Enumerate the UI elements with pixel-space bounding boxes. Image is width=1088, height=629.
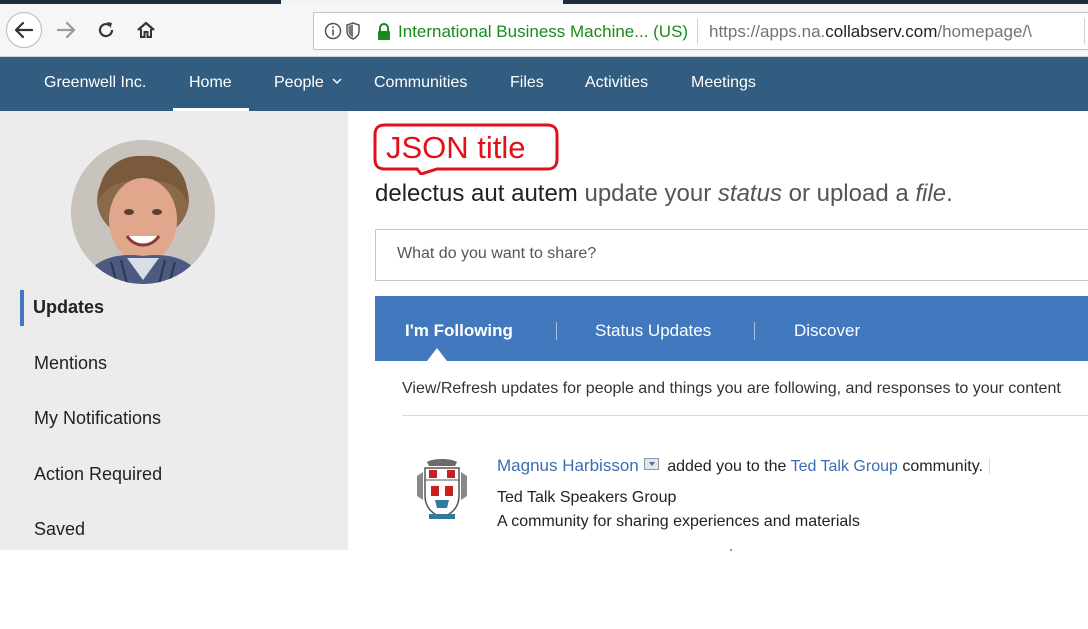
nav-org-name[interactable]: Greenwell Inc. xyxy=(44,74,146,92)
tab-separator xyxy=(556,322,557,340)
entry-headline: Magnus Harbisson added you to the Ted Ta… xyxy=(497,456,990,476)
chevron-down-icon xyxy=(332,78,342,84)
actor-link[interactable]: Magnus Harbisson xyxy=(497,456,639,475)
tab-description: View/Refresh updates for people and thin… xyxy=(402,380,1061,397)
divider xyxy=(402,415,1088,416)
share-placeholder: What do you want to share? xyxy=(397,245,597,262)
forward-button[interactable] xyxy=(48,12,84,48)
url-prefix: https://apps.na. xyxy=(709,22,826,41)
updates-tabs: I'm Following Status Updates Discover xyxy=(375,296,1088,361)
sidebar-item-my-notifications[interactable]: My Notifications xyxy=(34,408,161,429)
entry-action2: community. xyxy=(897,458,983,475)
tab-discover[interactable]: Discover xyxy=(794,321,860,341)
nav-communities[interactable]: Communities xyxy=(374,74,467,92)
sidebar-item-saved[interactable]: Saved xyxy=(34,519,85,540)
business-card-icon[interactable] xyxy=(643,458,659,470)
nav-people[interactable]: People xyxy=(274,74,342,92)
entry-trailing-marker xyxy=(988,458,990,474)
greeting-part1: update your xyxy=(577,180,718,207)
nav-activities[interactable]: Activities xyxy=(585,74,648,92)
profile-photo xyxy=(71,140,215,284)
file-link[interactable]: file xyxy=(915,180,946,207)
back-button[interactable] xyxy=(6,12,42,48)
community-link[interactable]: Ted Talk Group xyxy=(791,458,898,475)
nav-files[interactable]: Files xyxy=(510,74,544,92)
tracking-shield-icon xyxy=(346,22,360,40)
app-nav: Greenwell Inc. Home People Communities F… xyxy=(0,57,1088,111)
nav-home[interactable]: Home xyxy=(189,74,232,92)
arrow-right-icon xyxy=(56,21,76,39)
reload-button[interactable] xyxy=(88,12,124,48)
sidebar-item-updates[interactable]: Updates xyxy=(33,297,104,318)
share-input[interactable]: What do you want to share? xyxy=(375,229,1088,281)
tab-status-updates[interactable]: Status Updates xyxy=(595,321,711,341)
entry-title: Ted Talk Speakers Group xyxy=(497,489,677,506)
site-info[interactable] xyxy=(324,22,364,40)
url-suffix: /homepage/\ xyxy=(937,22,1032,41)
status-link[interactable]: status xyxy=(718,180,782,207)
tab-separator xyxy=(754,322,755,340)
browser-toolbar: International Business Machine... (US) h… xyxy=(0,4,1088,57)
sidebar-item-mentions[interactable]: Mentions xyxy=(34,353,107,374)
annotation-text: JSON title xyxy=(386,130,526,165)
avatar[interactable] xyxy=(71,140,215,284)
active-tab-caret xyxy=(427,348,447,361)
left-sidebar: Updates Mentions My Notifications Action… xyxy=(0,111,348,550)
entry-action1: added you to the xyxy=(662,458,791,475)
sidebar-item-action-required[interactable]: Action Required xyxy=(34,464,162,485)
greeting-end: . xyxy=(946,180,953,207)
nav-people-label: People xyxy=(274,74,324,91)
home-icon xyxy=(137,21,155,38)
arrow-left-icon xyxy=(14,21,34,39)
community-logo-icon[interactable] xyxy=(415,456,469,522)
greeting: delectus aut autem update your status or… xyxy=(375,180,953,208)
entry-summary: A community for sharing experiences and … xyxy=(497,513,860,530)
greeting-part2: or upload a xyxy=(781,180,916,207)
sidebar-active-marker xyxy=(20,290,24,326)
info-icon xyxy=(324,22,342,40)
nav-meetings[interactable]: Meetings xyxy=(691,74,756,92)
url-host: collabserv.com xyxy=(825,22,938,41)
url-right-separator xyxy=(1084,18,1085,44)
user-name: delectus aut autem xyxy=(375,180,578,207)
url-separator xyxy=(697,18,698,44)
reload-icon xyxy=(98,22,114,38)
address-bar[interactable]: International Business Machine... (US) h… xyxy=(313,12,1088,50)
tab-im-following[interactable]: I'm Following xyxy=(405,321,513,341)
stray-dot xyxy=(730,549,732,551)
home-button[interactable] xyxy=(128,12,164,48)
site-identity[interactable]: International Business Machine... (US) xyxy=(398,22,688,42)
lock-icon xyxy=(376,23,392,46)
url-text[interactable]: https://apps.na.collabserv.com/homepage/… xyxy=(709,22,1049,42)
